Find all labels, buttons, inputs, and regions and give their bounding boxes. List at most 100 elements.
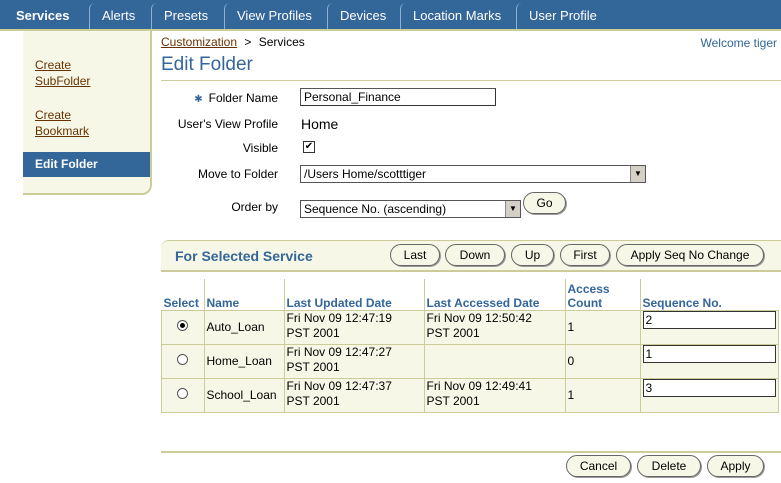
title-divider — [161, 80, 781, 81]
breadcrumb-customization-link[interactable]: Customization — [161, 35, 237, 49]
footer-divider — [161, 451, 781, 453]
select-radio[interactable] — [177, 387, 189, 399]
column-header-last-updated: Last Updated Date — [283, 279, 424, 310]
tab-user-profile[interactable]: User Profile — [516, 3, 616, 29]
table-row: Home_Loan Fri Nov 09 12:47:27 PST 2001 0 … — [161, 343, 779, 379]
services-table: Select Name Last Updated Date Last Acces… — [161, 279, 779, 413]
select-cell — [161, 377, 205, 413]
link-text: Bookmark — [35, 124, 90, 138]
sequence-input[interactable]: 2 — [642, 310, 776, 329]
cell-text: PST 2001 — [286, 359, 340, 374]
tab-label: User Profile — [529, 8, 597, 23]
side-nav-edit-folder[interactable]: Edit Folder — [23, 152, 150, 177]
tab-label: Services — [16, 8, 70, 23]
delete-button[interactable]: Delete — [637, 455, 701, 477]
up-button[interactable]: Up — [511, 244, 554, 266]
header-text: Access — [567, 281, 610, 296]
link-text: SubFolder — [35, 74, 91, 88]
apply-seq-no-change-button[interactable]: Apply Seq No Change — [616, 244, 764, 266]
last-accessed-cell: Fri Nov 09 12:50:42 PST 2001 — [423, 309, 566, 345]
down-button[interactable]: Down — [445, 244, 505, 266]
cell-text: Fri Nov 09 12:49:41 — [426, 378, 532, 393]
order-by-select[interactable]: Sequence No. (ascending) ▼ — [300, 200, 521, 218]
tab-alerts[interactable]: Alerts — [89, 3, 147, 29]
select-cell — [161, 309, 205, 345]
visible-checkbox[interactable]: ✔ — [303, 141, 315, 153]
move-to-folder-select[interactable]: /Users Home/scotttiger ▼ — [300, 165, 646, 183]
tab-label: Presets — [164, 8, 209, 23]
column-header-name: Name — [203, 279, 284, 310]
go-button[interactable]: Go — [523, 192, 566, 214]
tab-services[interactable]: Services — [4, 0, 83, 31]
last-button[interactable]: Last — [390, 244, 440, 266]
last-accessed-cell: Fri Nov 09 12:49:41 PST 2001 — [423, 377, 566, 413]
label-text: Folder Name — [208, 91, 278, 105]
breadcrumb-current: Services — [258, 35, 305, 49]
tab-presets[interactable]: Presets — [151, 3, 221, 29]
header-text: Count — [567, 295, 603, 310]
tab-label: Devices — [340, 8, 387, 23]
view-profile-value: Home — [301, 116, 339, 132]
page-title: Edit Folder — [161, 54, 253, 75]
side-nav: Create SubFolder Create Bookmark Edit Fo… — [23, 31, 152, 195]
select-value: /Users Home/scotttiger — [304, 167, 427, 181]
sequence-cell: 1 — [639, 343, 779, 379]
cell-text: PST 2001 — [426, 325, 480, 340]
dropdown-arrow-icon[interactable]: ▼ — [505, 201, 520, 217]
access-count-cell: 1 — [564, 377, 641, 413]
cell-text: PST 2001 — [286, 393, 340, 408]
column-header-select: Select — [161, 279, 204, 310]
sequence-cell: 2 — [639, 309, 779, 345]
cell-text: Fri Nov 09 12:47:27 — [286, 344, 392, 359]
select-radio[interactable] — [177, 319, 189, 331]
tab-label: View Profiles — [237, 8, 312, 23]
cell-text: PST 2001 — [286, 325, 340, 340]
sequence-input[interactable]: 3 — [642, 378, 776, 397]
last-updated-cell: Fri Nov 09 12:47:19 PST 2001 — [283, 309, 425, 345]
name-cell: Auto_Loan — [203, 309, 285, 345]
tab-label: Alerts — [102, 8, 136, 23]
name-cell: School_Loan — [203, 377, 285, 413]
table-header-row: Select Name Last Updated Date Last Acces… — [161, 279, 779, 310]
create-subfolder-link[interactable]: Create SubFolder — [35, 57, 90, 89]
sequence-input[interactable]: 1 — [642, 344, 776, 363]
dropdown-arrow-icon[interactable]: ▼ — [630, 166, 645, 182]
apply-button[interactable]: Apply — [707, 455, 764, 477]
select-cell — [161, 343, 205, 379]
welcome-text: Welcome tiger — [700, 36, 777, 50]
tab-devices[interactable]: Devices — [327, 3, 397, 29]
last-accessed-cell — [423, 343, 566, 379]
cell-text: PST 2001 — [426, 393, 480, 408]
table-row: School_Loan Fri Nov 09 12:47:37 PST 2001 … — [161, 377, 779, 413]
cell-text: Fri Nov 09 12:50:42 — [426, 310, 532, 325]
first-button[interactable]: First — [560, 244, 610, 266]
select-radio[interactable] — [177, 353, 189, 365]
link-text: Create — [35, 58, 72, 72]
column-header-last-accessed: Last Accessed Date — [423, 279, 565, 310]
cell-text: Fri Nov 09 12:47:19 — [286, 310, 392, 325]
tab-bar: Services Alerts Presets View Profiles De… — [0, 0, 781, 31]
link-text: Create — [35, 108, 72, 122]
breadcrumb-separator: > — [244, 35, 252, 49]
access-count-cell: 1 — [564, 309, 641, 345]
tab-view-profiles[interactable]: View Profiles — [224, 3, 324, 29]
last-updated-cell: Fri Nov 09 12:47:27 PST 2001 — [283, 343, 425, 379]
selected-service-title: For Selected Service — [175, 248, 313, 264]
column-header-sequence-no: Sequence No. — [639, 279, 779, 310]
order-by-label: Order by — [231, 200, 278, 214]
create-bookmark-link[interactable]: Create Bookmark — [35, 107, 89, 139]
cancel-button[interactable]: Cancel — [566, 455, 631, 477]
required-icon: ✱ — [194, 94, 203, 105]
move-to-folder-label: Move to Folder — [197, 167, 278, 181]
name-cell: Home_Loan — [203, 343, 285, 379]
folder-name-input[interactable]: Personal_Finance — [300, 88, 496, 106]
cell-text: Fri Nov 09 12:47:37 — [286, 378, 392, 393]
last-updated-cell: Fri Nov 09 12:47:37 PST 2001 — [283, 377, 425, 413]
tab-location-marks[interactable]: Location Marks — [400, 3, 512, 29]
folder-name-label: ✱ Folder Name — [160, 91, 278, 105]
sequence-cell: 3 — [639, 377, 779, 413]
tab-label: Location Marks — [413, 8, 502, 23]
column-header-access-count: Access Count — [564, 279, 640, 310]
select-value: Sequence No. (ascending) — [304, 202, 447, 216]
visible-label: Visible — [242, 141, 278, 155]
